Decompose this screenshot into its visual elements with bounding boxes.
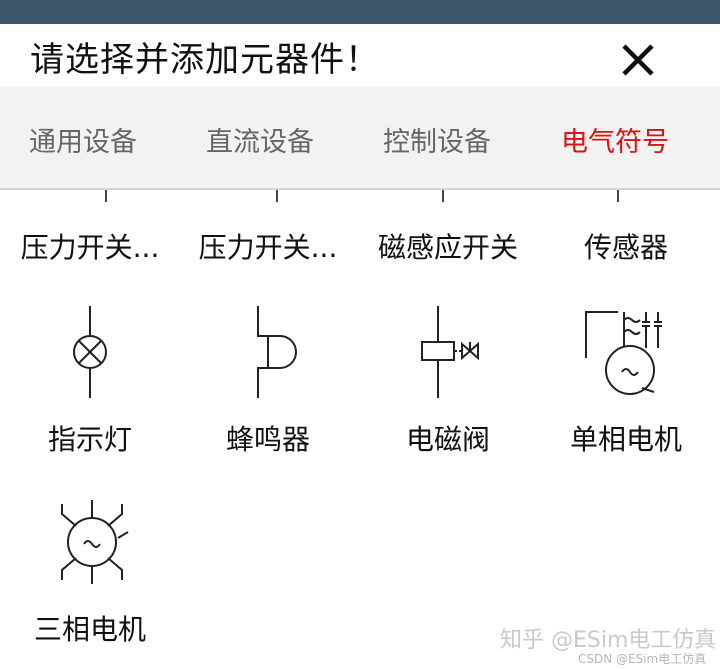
component-item-pressure-switch-2[interactable]: 压力开关... [178,226,358,266]
component-item-indicator-lamp[interactable]: 指示灯 [0,300,180,460]
component-label: 磁感应开关 [377,231,518,264]
component-item-three-phase-motor[interactable]: 三相电机 [0,490,180,650]
component-label: 电磁阀 [405,423,490,456]
pressure-switch-icon [105,190,107,202]
single-phase-motor-icon [585,311,662,395]
component-label: 压力开关... [20,231,160,264]
component-label: 单相电机 [569,423,682,456]
component-label: 蜂鸣器 [225,423,310,456]
dialog-header: 请选择并添加元器件！ [0,24,720,86]
tab-general-equipment[interactable]: 通用设备 [29,120,137,159]
indicator-lamp-icon [73,306,107,398]
component-item-pressure-switch-1[interactable]: 压力开关... [0,226,180,266]
pressure-switch-icon [276,190,278,202]
component-label: 三相电机 [33,613,146,646]
component-item-magnetic-switch[interactable]: 磁感应开关 [358,226,538,266]
sensor-icon [617,190,619,202]
tab-electrical-symbols[interactable]: 电气符号 [561,120,669,159]
category-tabs: 通用设备 直流设备 控制设备 电气符号 [0,86,720,190]
magnetic-switch-icon [442,190,444,202]
three-phase-motor-icon [61,500,129,584]
component-item-sensor[interactable]: 传感器 [536,226,716,266]
tab-dc-equipment[interactable]: 直流设备 [206,120,314,159]
status-bar [0,0,720,24]
component-item-single-phase-motor[interactable]: 单相电机 [536,300,716,460]
watermark-csdn: CSDN @ESim电工仿真 [578,652,707,666]
buzzer-icon [257,306,297,398]
dialog-title: 请选择并添加元器件！ [30,40,380,80]
component-label: 指示灯 [47,423,132,456]
component-label: 压力开关... [198,231,338,264]
component-item-buzzer[interactable]: 蜂鸣器 [178,300,358,460]
solenoid-valve-icon [421,306,479,398]
tab-control-equipment[interactable]: 控制设备 [383,120,491,159]
component-label: 传感器 [583,231,668,264]
component-item-solenoid-valve[interactable]: 电磁阀 [358,300,538,460]
close-icon[interactable] [612,34,664,86]
